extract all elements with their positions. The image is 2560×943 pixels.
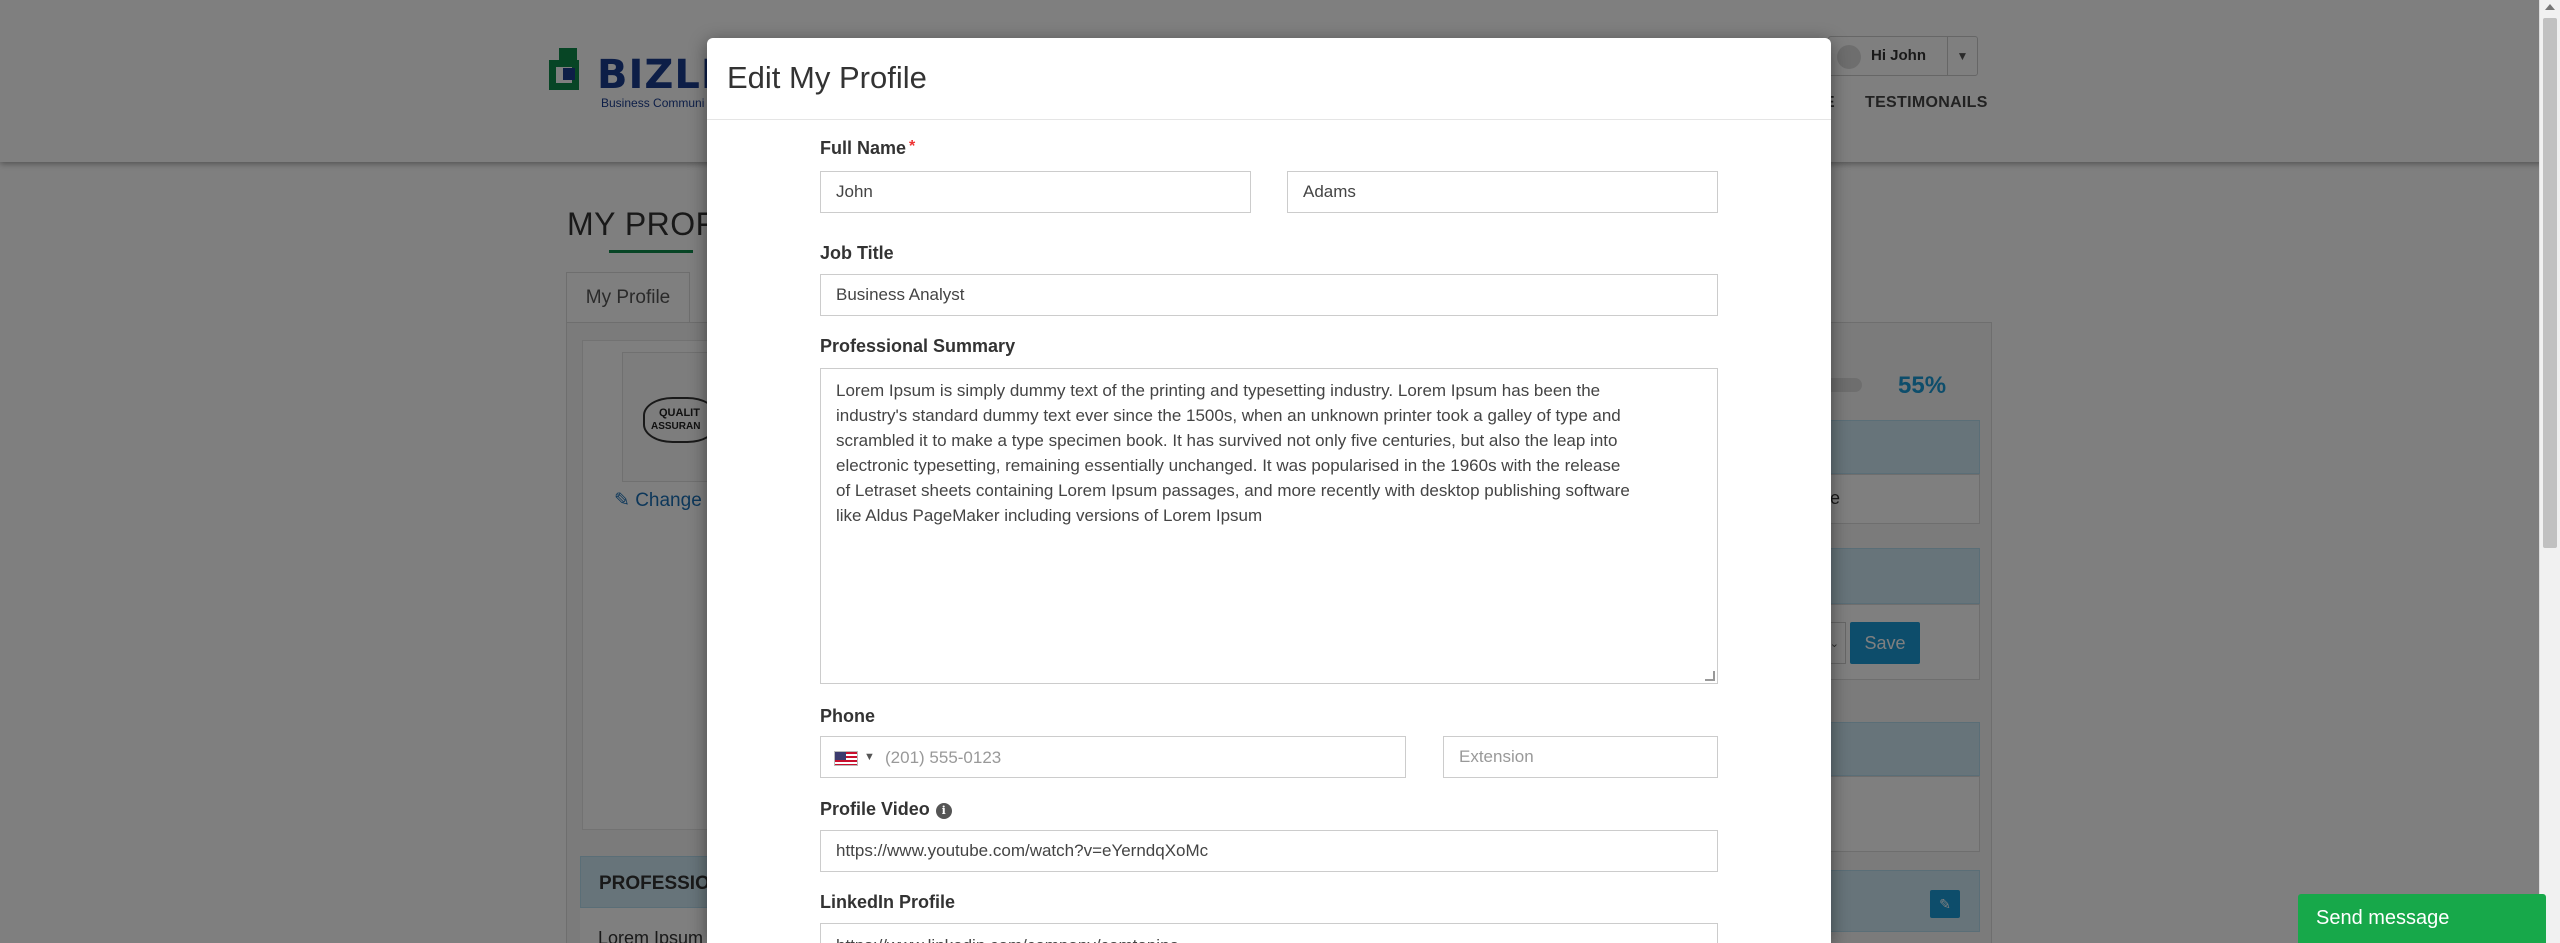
scrollbar-thumb[interactable] [2543, 18, 2557, 548]
last-name-input[interactable]: Adams [1287, 171, 1718, 213]
profile-video-label: Profile Video i [820, 799, 952, 820]
phone-placeholder: (201) 555-0123 [885, 748, 1002, 767]
full-name-label: Full Name * [820, 138, 916, 158]
info-icon[interactable]: i [935, 802, 952, 819]
summary-line: scrambled it to make a type specimen boo… [836, 431, 1618, 450]
linkedin-profile-input[interactable]: https://www.linkedin.com/company/comtopi… [820, 923, 1718, 943]
professional-summary-label: Professional Summary [820, 336, 1016, 356]
modal-title: Edit My Profile [727, 60, 927, 95]
linkedin-profile-label: LinkedIn Profile [820, 892, 956, 912]
required-indicator: * [909, 138, 916, 155]
send-message-button[interactable]: Send message [2298, 894, 2546, 943]
profile-video-input[interactable]: https://www.youtube.com/watch?v=eYerndqX… [820, 830, 1718, 872]
extension-input[interactable]: Extension [1443, 736, 1718, 778]
summary-line: Lorem Ipsum is simply dummy text of the … [836, 381, 1601, 400]
phone-label: Phone [820, 706, 876, 726]
page-scrollbar[interactable] [2539, 0, 2560, 943]
job-title-label: Job Title [820, 243, 894, 263]
job-title-input[interactable]: Business Analyst [820, 274, 1718, 316]
edit-profile-modal: Edit My Profile Full Name * John Adams Jo… [707, 38, 1831, 943]
phone-input[interactable]: ▼ (201) 555-0123 [820, 736, 1406, 778]
first-name-input[interactable]: John [820, 171, 1251, 213]
us-flag-icon[interactable] [834, 750, 860, 766]
summary-line: electronic typesetting, remaining essent… [836, 456, 1621, 475]
scroll-up-arrow-icon[interactable] [2545, 4, 2555, 10]
summary-line: industry's standard dummy text ever sinc… [836, 406, 1621, 425]
summary-line: like Aldus PageMaker including versions … [836, 506, 1263, 525]
chevron-down-icon[interactable]: ▼ [864, 751, 875, 763]
professional-summary-textarea[interactable]: Lorem Ipsum is simply dummy text of the … [820, 368, 1718, 684]
resize-handle-icon[interactable] [1705, 671, 1715, 681]
modal-header: Edit My Profile [707, 38, 1831, 120]
summary-line: of Letraset sheets containing Lorem Ipsu… [836, 481, 1630, 500]
